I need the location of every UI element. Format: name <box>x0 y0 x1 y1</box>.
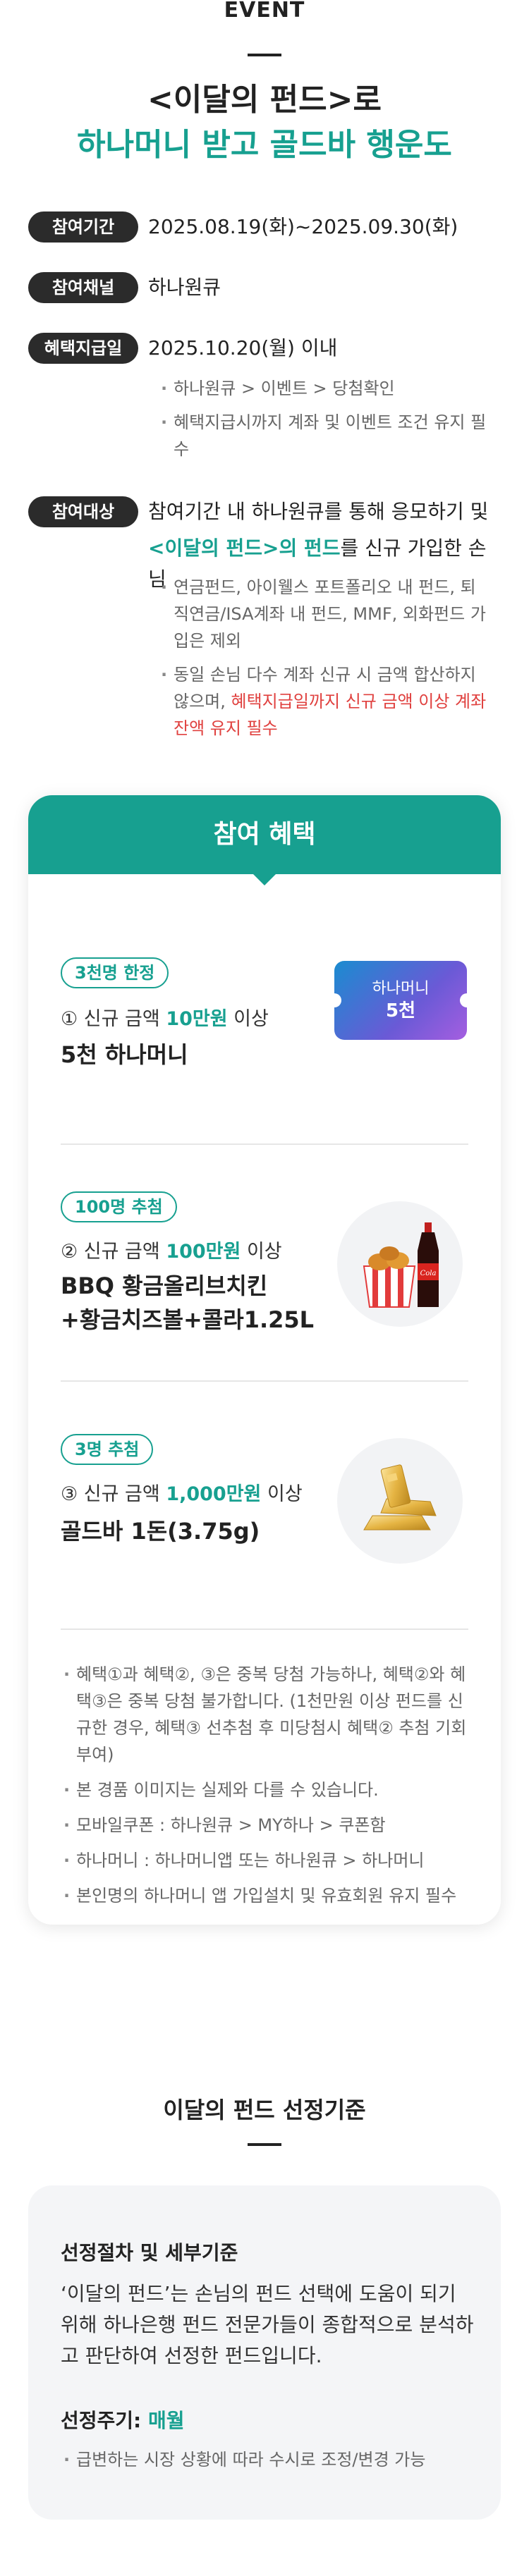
benefit-1-prize: 5천 하나머니 <box>61 1041 188 1068</box>
condition-suffix: 이상 <box>261 1483 303 1505</box>
hanamoney-coupon-image: 하나머니 5천 <box>327 961 474 1040</box>
coupon-notch-left <box>327 993 341 1007</box>
svg-text:Cola: Cola <box>420 1270 437 1277</box>
condition-amount: 100만원 <box>166 1241 241 1263</box>
gold-bar-icon <box>363 1464 437 1531</box>
benefit-1-tag: 3천명 한정 <box>61 957 169 988</box>
benefit-2-tag: 100명 추첨 <box>61 1191 177 1222</box>
gold-bar-image <box>337 1438 463 1564</box>
event-label: EVENT <box>224 0 305 23</box>
condition-suffix: 이상 <box>227 1008 269 1030</box>
criteria-cycle-note: 급변하는 시장 상황에 따라 수시로 조정/변경 가능 <box>61 2446 477 2473</box>
benefit-note: 본 경품 이미지는 실제와 다를 수 있습니다. <box>61 1777 477 1803</box>
condition-prefix: ② 신규 금액 <box>61 1241 166 1263</box>
target-note: 동일 손님 다수 계좌 신규 시 금액 합산하지 않으며, 혜택지급일까지 신규… <box>158 661 490 742</box>
coupon-amount: 5천 <box>385 1000 415 1022</box>
event-divider <box>248 54 281 56</box>
benefits-title-notch <box>252 873 277 885</box>
period-value: 2025.08.19(화)~2025.09.30(화) <box>148 215 458 238</box>
target-highlight: <이달의 펀드>의 펀드 <box>148 536 341 560</box>
benefit-3-prize: 골드바 1돈(3.75g) <box>61 1518 260 1545</box>
condition-amount: 10만원 <box>166 1008 228 1030</box>
cycle-value: 매월 <box>148 2409 185 2432</box>
cycle-label: 선정주기: <box>61 2409 148 2432</box>
period-label-pill: 참여기간 <box>28 211 138 243</box>
benefit-divider <box>61 1380 468 1382</box>
benefits-notes: 혜택①과 혜택②, ③은 중복 당첨 가능하나, 혜택②와 혜택③은 중복 당첨… <box>61 1661 477 1918</box>
chicken-cola-image: Cola <box>337 1201 463 1327</box>
target-notes: 연금펀드, 아이웰스 포트폴리오 내 펀드, 퇴직연금/ISA계좌 내 펀드, … <box>158 574 490 742</box>
page-title-line2: 하나머니 받고 골드바 행운도 <box>77 127 452 163</box>
target-line1: 참여기간 내 하나원큐를 통해 응모하기 및 <box>148 500 489 523</box>
target-label-pill: 참여대상 <box>28 496 138 527</box>
benefit-divider <box>61 1143 468 1145</box>
payment-note: 혜택지급시까지 계좌 및 이벤트 조건 유지 필수 <box>158 409 490 462</box>
benefit-2-condition: ② 신규 금액 100만원 이상 <box>61 1238 282 1266</box>
target-note: 연금펀드, 아이웰스 포트폴리오 내 펀드, 퇴직연금/ISA계좌 내 펀드, … <box>158 574 490 654</box>
condition-suffix: 이상 <box>241 1241 282 1263</box>
coupon-notch-right <box>460 993 474 1007</box>
criteria-cycle-note-wrap: 급변하는 시장 상황에 따라 수시로 조정/변경 가능 <box>61 2446 477 2473</box>
channel-value: 하나원큐 <box>148 276 221 299</box>
criteria-heading: 선정절차 및 세부기준 <box>61 2241 238 2264</box>
condition-amount: 1,000만원 <box>166 1483 262 1505</box>
page-title-line1: <이달의 펀드>로 <box>147 82 382 118</box>
benefit-1-condition: ① 신규 금액 10만원 이상 <box>61 1005 269 1034</box>
channel-label-pill: 참여채널 <box>28 272 138 303</box>
criteria-title: 이달의 펀드 선정기준 <box>163 2097 366 2123</box>
benefit-note: 혜택①과 혜택②, ③은 중복 당첨 가능하나, 혜택②와 혜택③은 중복 당첨… <box>61 1661 477 1768</box>
chicken-box-icon: Cola <box>363 1222 439 1308</box>
benefit-divider <box>61 1629 468 1630</box>
condition-prefix: ③ 신규 금액 <box>61 1483 166 1505</box>
criteria-cycle: 선정주기: 매월 <box>61 2407 185 2435</box>
criteria-body: ‘이달의 펀드’는 손님의 펀드 선택에 도움이 되기 위해 하나은행 펀드 전… <box>61 2282 474 2367</box>
benefit-3-tag: 3명 추첨 <box>61 1434 154 1465</box>
condition-prefix: ① 신규 금액 <box>61 1008 166 1030</box>
benefit-note: 하나머니 : 하나머니앱 또는 하나원큐 > 하나머니 <box>61 1847 477 1874</box>
benefit-note: 본인명의 하나머니 앱 가입설치 및 유효회원 유지 필수 <box>61 1882 477 1909</box>
payment-label-pill: 혜택지급일 <box>28 333 138 364</box>
benefit-note: 모바일쿠폰 : 하나원큐 > MY하나 > 쿠폰함 <box>61 1812 477 1839</box>
benefit-3-condition: ③ 신규 금액 1,000만원 이상 <box>61 1480 303 1509</box>
benefits-title: 참여 혜택 <box>28 795 501 874</box>
payment-note: 하나원큐 > 이벤트 > 당첨확인 <box>158 375 490 402</box>
benefit-2-prize-line1: BBQ 황금올리브치킨 <box>61 1272 268 1299</box>
benefit-2-prize-line2: +황금치즈볼+콜라1.25L <box>61 1306 315 1333</box>
payment-notes: 하나원큐 > 이벤트 > 당첨확인 혜택지급시까지 계좌 및 이벤트 조건 유지… <box>158 375 490 462</box>
payment-value: 2025.10.20(월) 이내 <box>148 336 338 360</box>
criteria-divider <box>248 2143 281 2146</box>
coupon-label: 하나머니 <box>372 980 430 998</box>
